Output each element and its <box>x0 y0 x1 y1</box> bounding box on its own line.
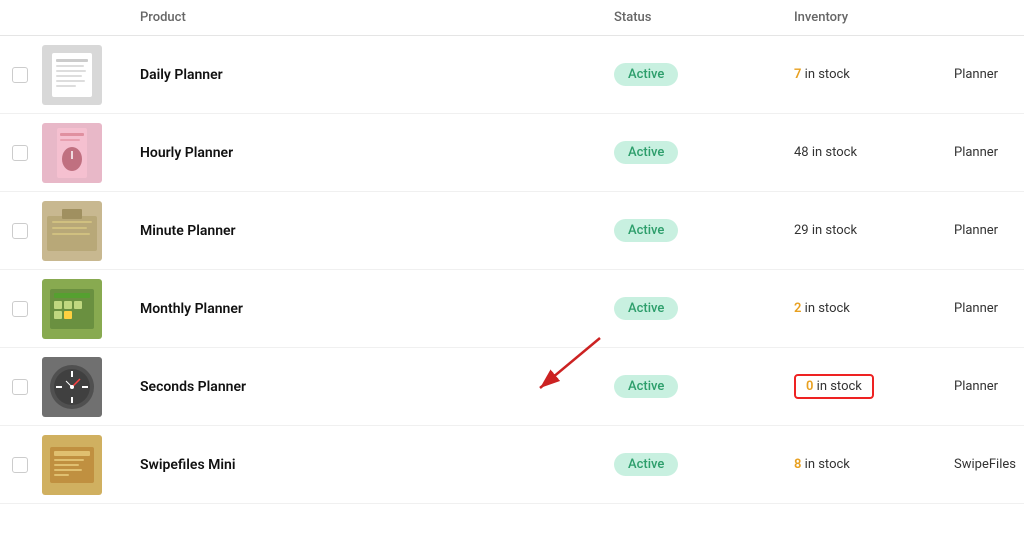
table-header: Product Status Inventory <box>0 0 1024 36</box>
table-row: Daily Planner Active 7 in stock Planner <box>0 36 1024 114</box>
table-row: Swipefiles Mini Active 8 in stock SwipeF… <box>0 426 1024 504</box>
product-image <box>40 121 104 185</box>
product-name: Daily Planner <box>130 53 604 97</box>
product-name: Monthly Planner <box>130 287 604 331</box>
checkbox-input[interactable] <box>12 145 28 161</box>
inventory-cell-annotated: 0 in stock <box>784 360 944 413</box>
inventory-type: Planner <box>944 131 1024 174</box>
header-checkbox <box>0 10 40 25</box>
status-badge: Active <box>614 297 678 320</box>
product-name: Seconds Planner <box>130 365 604 409</box>
checkbox-input[interactable] <box>12 301 28 317</box>
checkbox-input[interactable] <box>12 457 28 473</box>
inventory-type: Planner <box>944 53 1024 96</box>
status-badge: Active <box>614 453 678 476</box>
checkbox-input[interactable] <box>12 67 28 83</box>
checkbox-input[interactable] <box>12 223 28 239</box>
row-checkbox[interactable] <box>0 67 40 83</box>
table-row-annotated: Seconds Planner Active 0 in stock Planne… <box>0 348 1024 426</box>
stock-suffix: in stock <box>813 379 861 394</box>
product-image <box>40 43 104 107</box>
product-name: Swipefiles Mini <box>130 443 604 487</box>
table-row: Monthly Planner Active 2 in stock Planne… <box>0 270 1024 348</box>
stock-suffix: in stock <box>809 223 857 238</box>
status-badge: Active <box>614 63 678 86</box>
product-image <box>40 355 104 419</box>
inventory-cell: 7 in stock <box>784 53 944 96</box>
inventory-type: Planner <box>944 209 1024 252</box>
row-checkbox[interactable] <box>0 145 40 161</box>
inventory-cell: 48 in stock <box>784 131 944 174</box>
stock-suffix: in stock <box>809 145 857 160</box>
inventory-cell: 8 in stock <box>784 443 944 486</box>
status-badge: Active <box>614 375 678 398</box>
row-checkbox[interactable] <box>0 379 40 395</box>
product-image <box>40 277 104 341</box>
status-cell: Active <box>604 361 784 412</box>
inventory-type: Planner <box>944 287 1024 330</box>
inventory-cell: 2 in stock <box>784 287 944 330</box>
table-row: Minute Planner Active 29 in stock Planne… <box>0 192 1024 270</box>
header-inventory: Inventory <box>784 10 944 25</box>
stock-suffix: in stock <box>801 301 849 316</box>
header-type <box>944 10 1024 25</box>
status-cell: Active <box>604 205 784 256</box>
row-checkbox[interactable] <box>0 457 40 473</box>
checkbox-input[interactable] <box>12 379 28 395</box>
inventory-type: Planner <box>944 365 1024 408</box>
product-name: Minute Planner <box>130 209 604 253</box>
header-product: Product <box>130 10 604 25</box>
stock-count: 48 <box>794 145 809 160</box>
product-name: Hourly Planner <box>130 131 604 175</box>
inventory-cell: 29 in stock <box>784 209 944 252</box>
stock-count: 29 <box>794 223 809 238</box>
product-table: Product Status Inventory Daily Planner A… <box>0 0 1024 504</box>
status-cell: Active <box>604 127 784 178</box>
product-image <box>40 199 104 263</box>
stock-suffix: in stock <box>801 457 849 472</box>
inventory-type: SwipeFiles <box>944 443 1024 486</box>
stock-suffix: in stock <box>801 67 849 82</box>
product-image <box>40 433 104 497</box>
status-badge: Active <box>614 219 678 242</box>
annotated-stock: 0 in stock <box>794 374 874 399</box>
header-status: Status <box>604 10 784 25</box>
table-row: Hourly Planner Active 48 in stock Planne… <box>0 114 1024 192</box>
header-image <box>40 10 130 25</box>
row-checkbox[interactable] <box>0 223 40 239</box>
status-cell: Active <box>604 439 784 490</box>
status-cell: Active <box>604 49 784 100</box>
row-checkbox[interactable] <box>0 301 40 317</box>
status-badge: Active <box>614 141 678 164</box>
status-cell: Active <box>604 283 784 334</box>
